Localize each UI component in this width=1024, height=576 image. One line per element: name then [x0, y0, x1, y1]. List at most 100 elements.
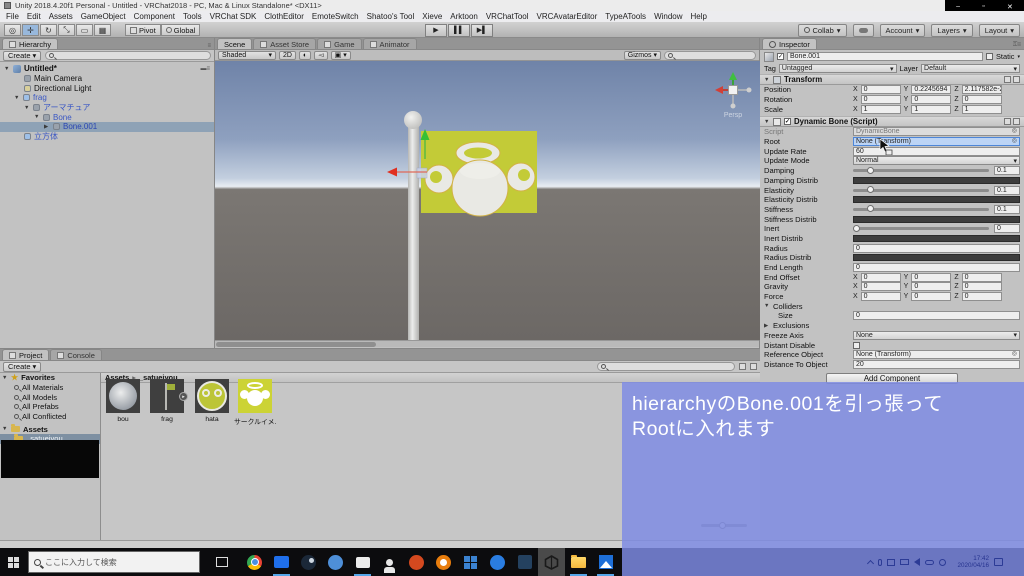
scale-tool-button[interactable]: ⤡ [58, 24, 75, 36]
menu-clotheditor[interactable]: ClothEditor [264, 12, 304, 21]
file-explorer-icon[interactable] [565, 548, 592, 576]
maximize-button[interactable]: ▫ [982, 3, 984, 10]
force-z-field[interactable]: 0 [962, 292, 1002, 301]
move-tool-button[interactable]: ✛ [22, 24, 39, 36]
hierarchy-scene-row[interactable]: ▼ Untitled* ▬≡ [0, 64, 214, 74]
asset-bou-thumbnail[interactable] [106, 379, 140, 413]
component-enabled-checkbox[interactable]: ✓ [784, 118, 791, 125]
damping-slider[interactable] [853, 169, 989, 172]
end-offset-x-field[interactable]: 0 [861, 273, 901, 282]
name-field[interactable]: Bone.001 [787, 52, 983, 61]
tab-hierarchy[interactable]: Hierarchy [2, 38, 58, 49]
slider-knob[interactable] [867, 167, 874, 174]
tab-asset-store[interactable]: Asset Store [253, 38, 316, 49]
active-checkbox[interactable]: ✓ [777, 53, 784, 60]
settings-tray-icon[interactable] [939, 559, 946, 566]
discord-icon[interactable] [322, 548, 349, 576]
account-dropdown[interactable]: Account▾ [880, 24, 926, 37]
pivot-toggle[interactable]: Pivot [125, 24, 161, 36]
gravity-z-field[interactable]: 0 [962, 282, 1002, 291]
layer-dropdown[interactable]: Default▾ [921, 64, 1020, 73]
minimize-button[interactable]: – [956, 3, 960, 10]
menu-emoteswitch[interactable]: EmoteSwitch [312, 12, 359, 21]
foldout-icon[interactable]: ▶ [764, 323, 770, 329]
steam-icon[interactable] [295, 548, 322, 576]
start-button[interactable] [0, 548, 26, 576]
hierarchy-search-input[interactable] [45, 51, 211, 60]
tray-expand-chevron-icon[interactable] [867, 559, 874, 566]
transform-tool-button[interactable]: ▦ [94, 24, 111, 36]
chrome-icon[interactable] [241, 548, 268, 576]
position-z-field[interactable]: 2.117582e-22 [962, 85, 1002, 94]
rotation-z-field[interactable]: 0 [962, 95, 1002, 104]
tab-animator[interactable]: Animator [363, 38, 417, 49]
favorites-all-conflicted[interactable]: All Conflicted [0, 412, 100, 422]
foldout-icon[interactable]: ▼ [14, 95, 20, 101]
grid-app-icon[interactable] [457, 548, 484, 576]
force-x-field[interactable]: 0 [861, 292, 901, 301]
inert-slider[interactable] [853, 227, 989, 230]
prefab-expand-arrow[interactable]: ▸ [179, 392, 188, 401]
rotate-tool-button[interactable]: ↻ [40, 24, 57, 36]
scale-y-field[interactable]: 1 [911, 105, 951, 114]
shading-mode-dropdown[interactable]: Shaded▾ [218, 51, 276, 60]
panel-menu-icon[interactable]: ≡ [207, 43, 211, 49]
menu-gameobject[interactable]: GameObject [81, 12, 126, 21]
menu-help[interactable]: Help [691, 12, 707, 21]
taskbar-clock[interactable]: 17:42 2020/04/16 [951, 555, 989, 569]
favorites-all-materials[interactable]: All Materials [0, 383, 100, 393]
menu-assets[interactable]: Assets [49, 12, 73, 21]
persp-label[interactable]: Persp [724, 112, 742, 119]
layers-dropdown[interactable]: Layers▾ [931, 24, 972, 37]
scale-x-field[interactable]: 1 [861, 105, 901, 114]
foldout-icon[interactable]: ▼ [4, 66, 10, 72]
transform-header[interactable]: ▼ Transform [760, 74, 1024, 85]
slider-knob[interactable] [867, 205, 874, 212]
menu-file[interactable]: File [6, 12, 19, 21]
position-y-field[interactable]: 0.2245694 [911, 85, 951, 94]
step-button[interactable]: ▶▌ [471, 24, 493, 37]
elasticity-slider[interactable] [853, 189, 989, 192]
2d-toggle[interactable]: 2D [279, 51, 296, 60]
tab-console[interactable]: Console [50, 349, 102, 360]
dynamic-bone-header[interactable]: ▼ ✓ Dynamic Bone (Script) [760, 116, 1024, 127]
stiffness-distrib-curve[interactable] [853, 216, 1020, 223]
menu-vrchattool[interactable]: VRChatTool [486, 12, 529, 21]
hierarchy-item-bone[interactable]: ▼Bone [0, 112, 214, 122]
tab-game[interactable]: Game [317, 38, 361, 49]
close-button[interactable]: ✕ [1007, 3, 1013, 11]
foldout-icon[interactable]: ▼ [34, 114, 40, 120]
position-x-field[interactable]: 0 [861, 85, 901, 94]
collab-dropdown[interactable]: Collab▾ [798, 24, 847, 37]
inert-distrib-curve[interactable] [853, 235, 1020, 242]
end-offset-y-field[interactable]: 0 [911, 273, 951, 282]
lock-icon[interactable]: ⚿≡ [1013, 42, 1021, 49]
assets-header[interactable]: ▼Assets [0, 424, 100, 434]
foldout-icon[interactable]: ▼ [764, 119, 770, 125]
vrchat-person-icon[interactable] [376, 548, 403, 576]
menu-edit[interactable]: Edit [27, 12, 41, 21]
gizmo-center-cube[interactable] [729, 86, 738, 95]
slider-knob[interactable] [867, 186, 874, 193]
tab-project[interactable]: Project [2, 349, 49, 360]
monitor-icon[interactable] [900, 559, 909, 565]
scale-z-field[interactable]: 1 [962, 105, 1002, 114]
damping-distrib-curve[interactable] [853, 177, 1020, 184]
scene-search-input[interactable] [664, 51, 756, 60]
menu-tools[interactable]: Tools [183, 12, 202, 21]
rotation-x-field[interactable]: 0 [861, 95, 901, 104]
menu-typeatools[interactable]: TypeATools [605, 12, 646, 21]
tab-scene[interactable]: Scene [217, 38, 252, 49]
video-app-icon[interactable] [268, 548, 295, 576]
freeze-axis-dropdown[interactable]: None▾ [853, 331, 1020, 340]
gear-icon[interactable] [1013, 118, 1020, 125]
colliders-row[interactable]: ▼ Colliders [760, 301, 1024, 311]
scrollbar-handle[interactable] [216, 342, 376, 347]
radius-distrib-curve[interactable] [853, 254, 1020, 261]
inert-value-field[interactable]: 0 [994, 224, 1020, 233]
hierarchy-item-frag[interactable]: ▼frag [0, 93, 214, 103]
taskbar-search-input[interactable] [45, 558, 175, 567]
elasticity-distrib-curve[interactable] [853, 196, 1020, 203]
play-button[interactable]: ▶ [425, 24, 447, 37]
global-toggle[interactable]: Global [161, 24, 201, 36]
